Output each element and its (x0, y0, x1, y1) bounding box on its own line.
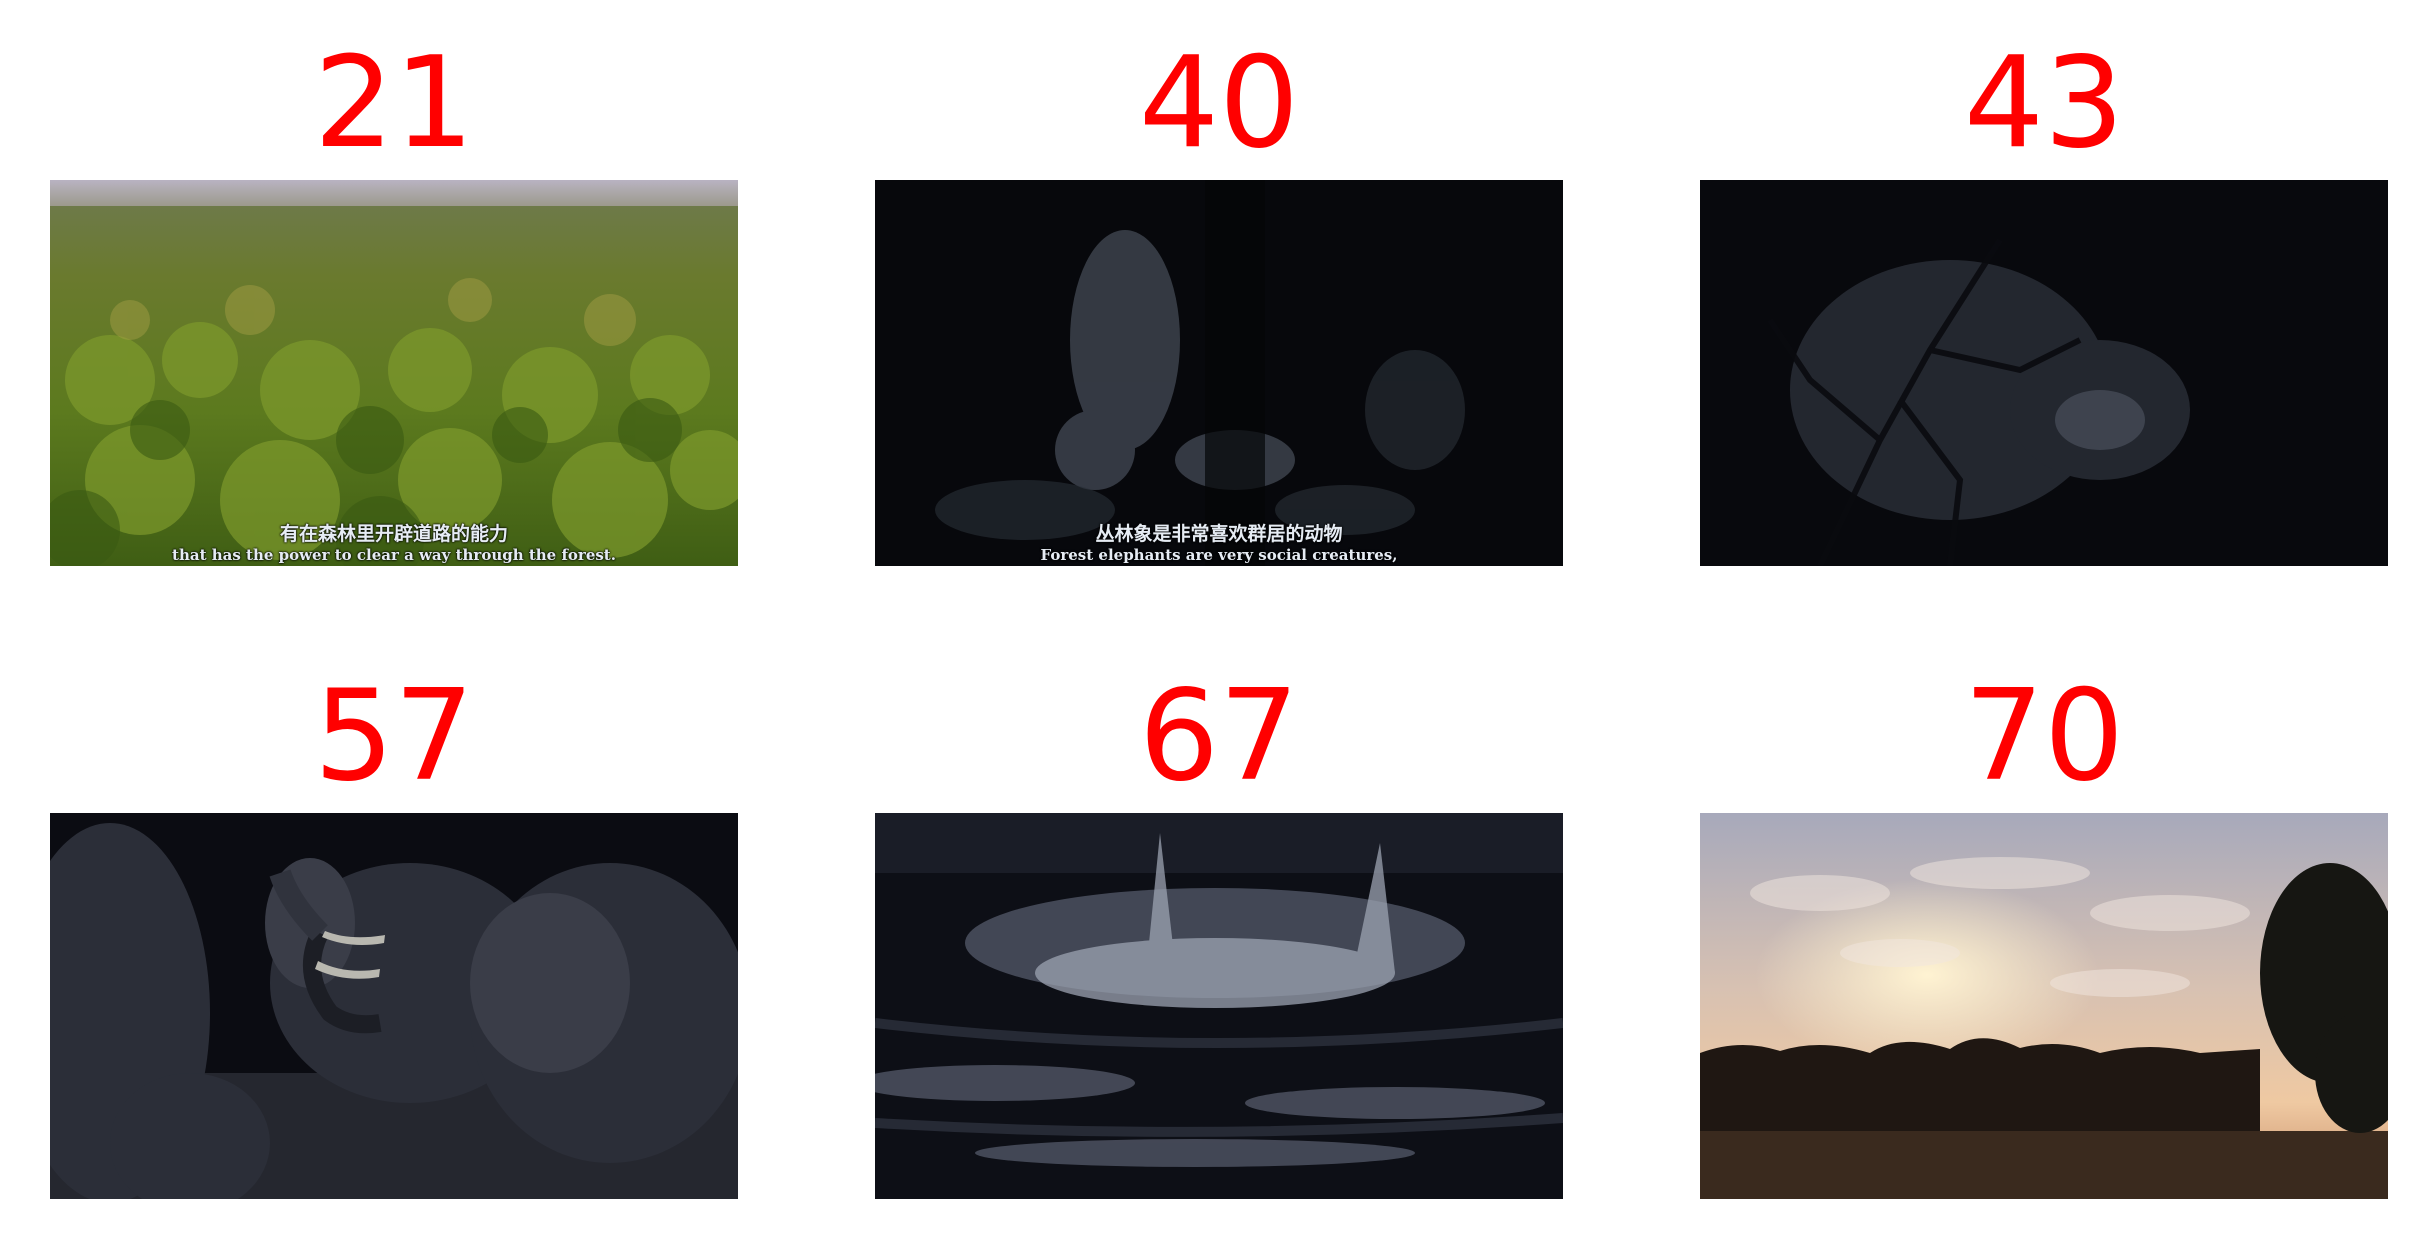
frame-image-elephants (50, 813, 738, 1199)
frame-image-dark-jungle: 丛林象是非常喜欢群居的动物 Forest elephants are very … (875, 180, 1563, 566)
forest-canopy-picture (50, 180, 738, 566)
frame-image-water-splash (875, 813, 1563, 1199)
subtitle-chinese: 丛林象是非常喜欢群居的动物 (1095, 523, 1343, 545)
sunset-picture (1700, 813, 2388, 1199)
elephants-picture (50, 813, 738, 1199)
subtitle-english: Forest elephants are very social creatur… (1040, 546, 1398, 564)
dark-branches-picture (1700, 180, 2388, 566)
subtitle-english: that has the power to clear a way throug… (172, 546, 616, 564)
frame-number: 43 (1963, 29, 2125, 176)
subtitle-chinese: 有在森林里开辟道路的能力 (279, 523, 508, 545)
frame-number: 40 (1138, 29, 1300, 176)
frame-number: 70 (1963, 662, 2125, 809)
frame-image-dark-branches (1700, 180, 2388, 566)
frame-number: 57 (313, 662, 475, 809)
water-splash-picture (875, 813, 1563, 1199)
frame-image-sunset (1700, 813, 2388, 1199)
frame-image-forest-canopy: 有在森林里开辟道路的能力 that has the power to clear… (50, 180, 738, 566)
dark-jungle-picture (875, 180, 1563, 566)
frame-number: 21 (313, 29, 475, 176)
frame-number: 67 (1138, 662, 1300, 809)
